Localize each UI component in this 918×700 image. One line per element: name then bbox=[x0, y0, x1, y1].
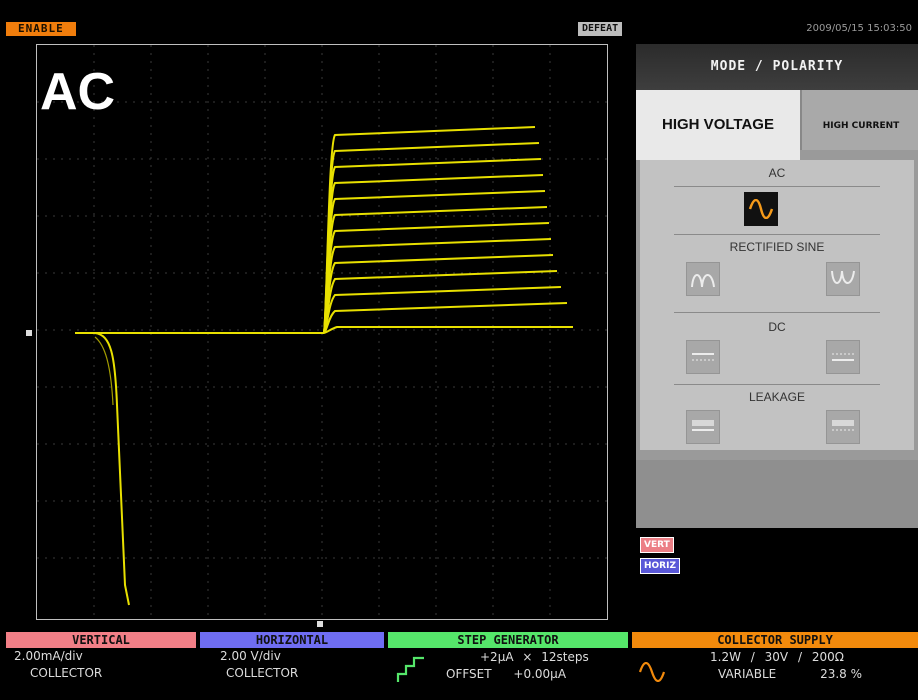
step-waveform-icon bbox=[396, 656, 424, 682]
ac-divider bbox=[674, 186, 880, 187]
vertical-header: VERTICAL bbox=[6, 632, 196, 648]
ac-label: AC bbox=[768, 166, 786, 180]
dc-label: DC bbox=[768, 320, 786, 334]
supply-variable-row: VARIABLE 23.8 % bbox=[718, 666, 862, 683]
horizontal-source: COLLECTOR bbox=[226, 666, 299, 680]
dc-positive-icon[interactable] bbox=[686, 340, 720, 374]
step-generator-header: STEP GENERATOR bbox=[388, 632, 628, 648]
vert-legend: VERT bbox=[640, 537, 674, 553]
offset-value: +0.00µA bbox=[513, 667, 567, 681]
horizontal-header: HORIZONTAL bbox=[200, 632, 384, 648]
rectified-negative-icon[interactable] bbox=[826, 262, 860, 296]
top-bar: ENABLE DEFEAT 2009/05/15 15:03:50 bbox=[0, 0, 918, 38]
supply-mode: VARIABLE bbox=[718, 667, 777, 681]
dc-negative-icon[interactable] bbox=[826, 340, 860, 374]
trace-reverse bbox=[94, 332, 130, 606]
collector-supply-header: COLLECTOR SUPPLY bbox=[632, 632, 918, 648]
polarity-options: AC RECTIFIED SINE DC LEAKAGE bbox=[640, 160, 914, 450]
offset-label: OFFSET bbox=[446, 667, 492, 681]
dc-divider bbox=[674, 312, 880, 313]
supply-voltage: 30V bbox=[764, 650, 789, 664]
date-time: 2009/05/15 15:03:50 bbox=[806, 23, 912, 34]
curve-display bbox=[36, 44, 608, 620]
vertical-ground-marker bbox=[26, 330, 32, 336]
step-count: 12steps bbox=[541, 650, 589, 664]
supply-percent: 23.8 % bbox=[820, 667, 863, 681]
horizontal-ground-marker bbox=[317, 621, 323, 627]
leakage-positive-icon[interactable] bbox=[686, 410, 720, 444]
horizontal-scale: 2.00 V/div bbox=[220, 649, 281, 663]
separator-slash: / bbox=[797, 650, 803, 664]
leakage-label: LEAKAGE bbox=[748, 390, 806, 404]
vertical-source: COLLECTOR bbox=[30, 666, 103, 680]
leakage-negative-icon[interactable] bbox=[826, 410, 860, 444]
enable-indicator: ENABLE bbox=[6, 22, 76, 36]
separator-slash: / bbox=[750, 650, 755, 664]
collector-supply-status[interactable]: COLLECTOR SUPPLY 1.2W / 30V / 200Ω VARIA… bbox=[632, 632, 918, 700]
supply-power: 1.2W bbox=[710, 650, 741, 664]
vertical-status[interactable]: VERTICAL 2.00mA/div COLLECTOR bbox=[0, 632, 196, 700]
step-value: +2µA bbox=[480, 650, 514, 664]
tab-high-current[interactable]: HIGH CURRENT bbox=[800, 90, 918, 150]
trace-family bbox=[322, 126, 573, 334]
supply-resistance: 200Ω bbox=[811, 650, 844, 664]
step-times: × bbox=[522, 650, 533, 664]
step-settings: +2µA × 12steps bbox=[480, 649, 589, 666]
vertical-scale: 2.00mA/div bbox=[14, 649, 83, 663]
panel-title: MODE / POLARITY bbox=[636, 44, 918, 90]
mode-title: AC bbox=[40, 63, 116, 121]
defeat-indicator: DEFEAT bbox=[578, 22, 623, 36]
horizontal-status[interactable]: HORIZONTAL 2.00 V/div COLLECTOR bbox=[200, 632, 384, 700]
rectified-divider bbox=[674, 234, 880, 235]
offset-row: OFFSET +0.00µA bbox=[446, 666, 566, 683]
rectified-positive-icon[interactable] bbox=[686, 262, 720, 296]
ac-supply-icon bbox=[638, 662, 666, 682]
horiz-legend: HORIZ bbox=[640, 558, 680, 574]
collector-supply-settings: 1.2W / 30V / 200Ω bbox=[710, 649, 844, 666]
ac-sine-icon[interactable] bbox=[744, 192, 778, 226]
curve-graticule bbox=[37, 45, 607, 619]
leakage-divider bbox=[674, 384, 880, 385]
rectified-sine-label: RECTIFIED SINE bbox=[729, 240, 825, 254]
panel-footer bbox=[636, 460, 918, 528]
step-generator-status[interactable]: STEP GENERATOR +2µA × 12steps OFFSET +0.… bbox=[388, 632, 628, 700]
tab-high-voltage[interactable]: HIGH VOLTAGE bbox=[636, 90, 800, 160]
